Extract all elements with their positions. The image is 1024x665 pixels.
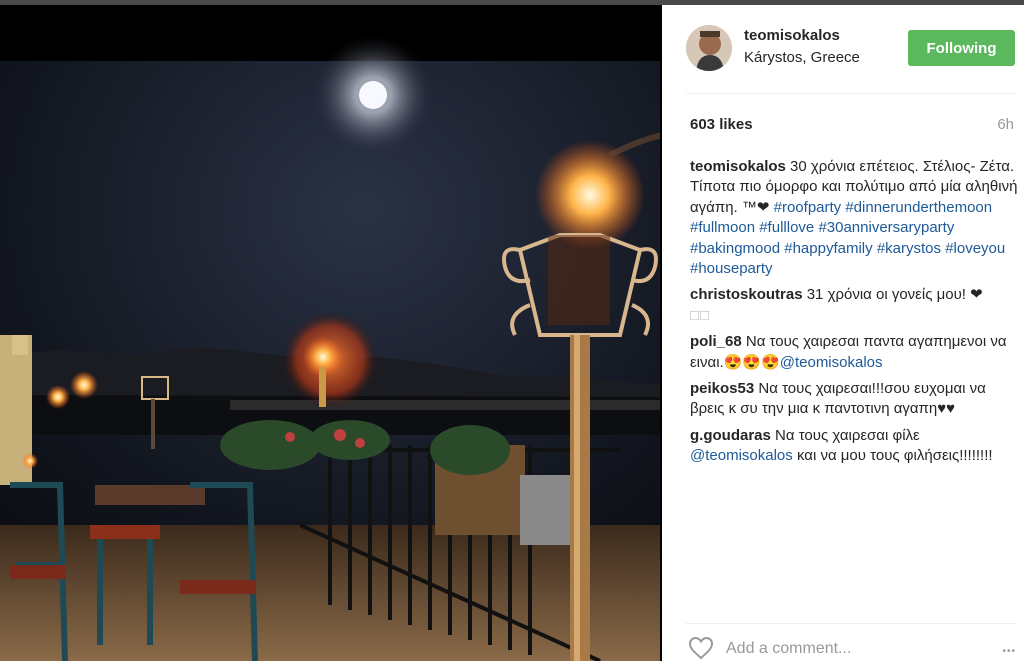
post-side-panel: teomisokalos Kárystos, Greece Following … <box>662 5 1024 661</box>
more-options-icon[interactable]: ••• <box>1002 646 1016 657</box>
post-header: teomisokalos Kárystos, Greece Following <box>662 5 1024 93</box>
divider <box>686 93 1016 94</box>
hashtag[interactable]: #houseparty <box>690 260 773 277</box>
post-photo[interactable] <box>0 5 662 661</box>
post-time[interactable]: 6h <box>997 116 1014 133</box>
comment-text: Να τους χαιρεσαι φίλε <box>775 426 920 444</box>
comment-mention[interactable]: @teomisokalos <box>690 447 793 464</box>
comment-username[interactable]: poli_68 <box>690 333 742 350</box>
post-location[interactable]: Kárystos, Greece <box>744 49 860 66</box>
comment-username[interactable]: christoskoutras <box>690 286 803 303</box>
comment-item: christoskoutras 31 χρόνια οι γονείς μου!… <box>690 285 1018 326</box>
caption-username[interactable]: teomisokalos <box>690 158 786 175</box>
following-button[interactable]: Following <box>908 30 1015 66</box>
comment-username[interactable]: peikos53 <box>690 380 754 397</box>
comment-bar: Add a comment... ••• <box>686 623 1016 662</box>
likes-count[interactable]: 603 likes <box>690 116 753 133</box>
comment-extra: □□ <box>690 306 711 324</box>
comment-item: g.goudaras Να τους χαιρεσαι φίλε @teomis… <box>690 426 1018 467</box>
caption: teomisokalos 30 χρόνια επέτειος. Στέλιος… <box>690 157 1018 279</box>
profile-photo-icon <box>686 25 732 71</box>
comment-username[interactable]: g.goudaras <box>690 427 771 444</box>
avatar[interactable] <box>686 25 732 71</box>
hashtag[interactable]: #roofparty <box>774 199 842 216</box>
heart-outline-icon[interactable] <box>688 636 714 660</box>
add-comment-input[interactable]: Add a comment... <box>726 640 851 658</box>
hashtag[interactable]: #loveyou <box>945 240 1005 257</box>
comment-text-continued: και να μου τους φιλήσεις!!!!!!!! <box>796 447 993 465</box>
hashtag[interactable]: #30anniversaryparty <box>818 219 954 236</box>
hashtag[interactable]: #fulllove <box>759 219 814 236</box>
hashtag[interactable]: #fullmoon <box>690 219 755 236</box>
comments-list: teomisokalos 30 χρόνια επέτειος. Στέλιος… <box>690 157 1018 473</box>
post-username[interactable]: teomisokalos <box>744 27 840 44</box>
comment-mention[interactable]: @teomisokalos <box>780 354 883 371</box>
hashtag[interactable]: #bakingmood <box>690 240 780 257</box>
post-image-night-rooftop <box>0 5 662 661</box>
hashtag[interactable]: #dinnerunderthemoon <box>845 199 992 216</box>
comment-text: 31 χρόνια οι γονείς μου! ❤ <box>806 286 983 304</box>
comment-item: peikos53 Να τους χαιρεσαι!!!σου ευχομαι … <box>690 379 1018 420</box>
hashtag[interactable]: #happyfamily <box>784 240 872 257</box>
comment-item: poli_68 Να τους χαιρεσαι παντα αγαπημενο… <box>690 332 1018 373</box>
hashtag[interactable]: #karystos <box>877 240 941 257</box>
